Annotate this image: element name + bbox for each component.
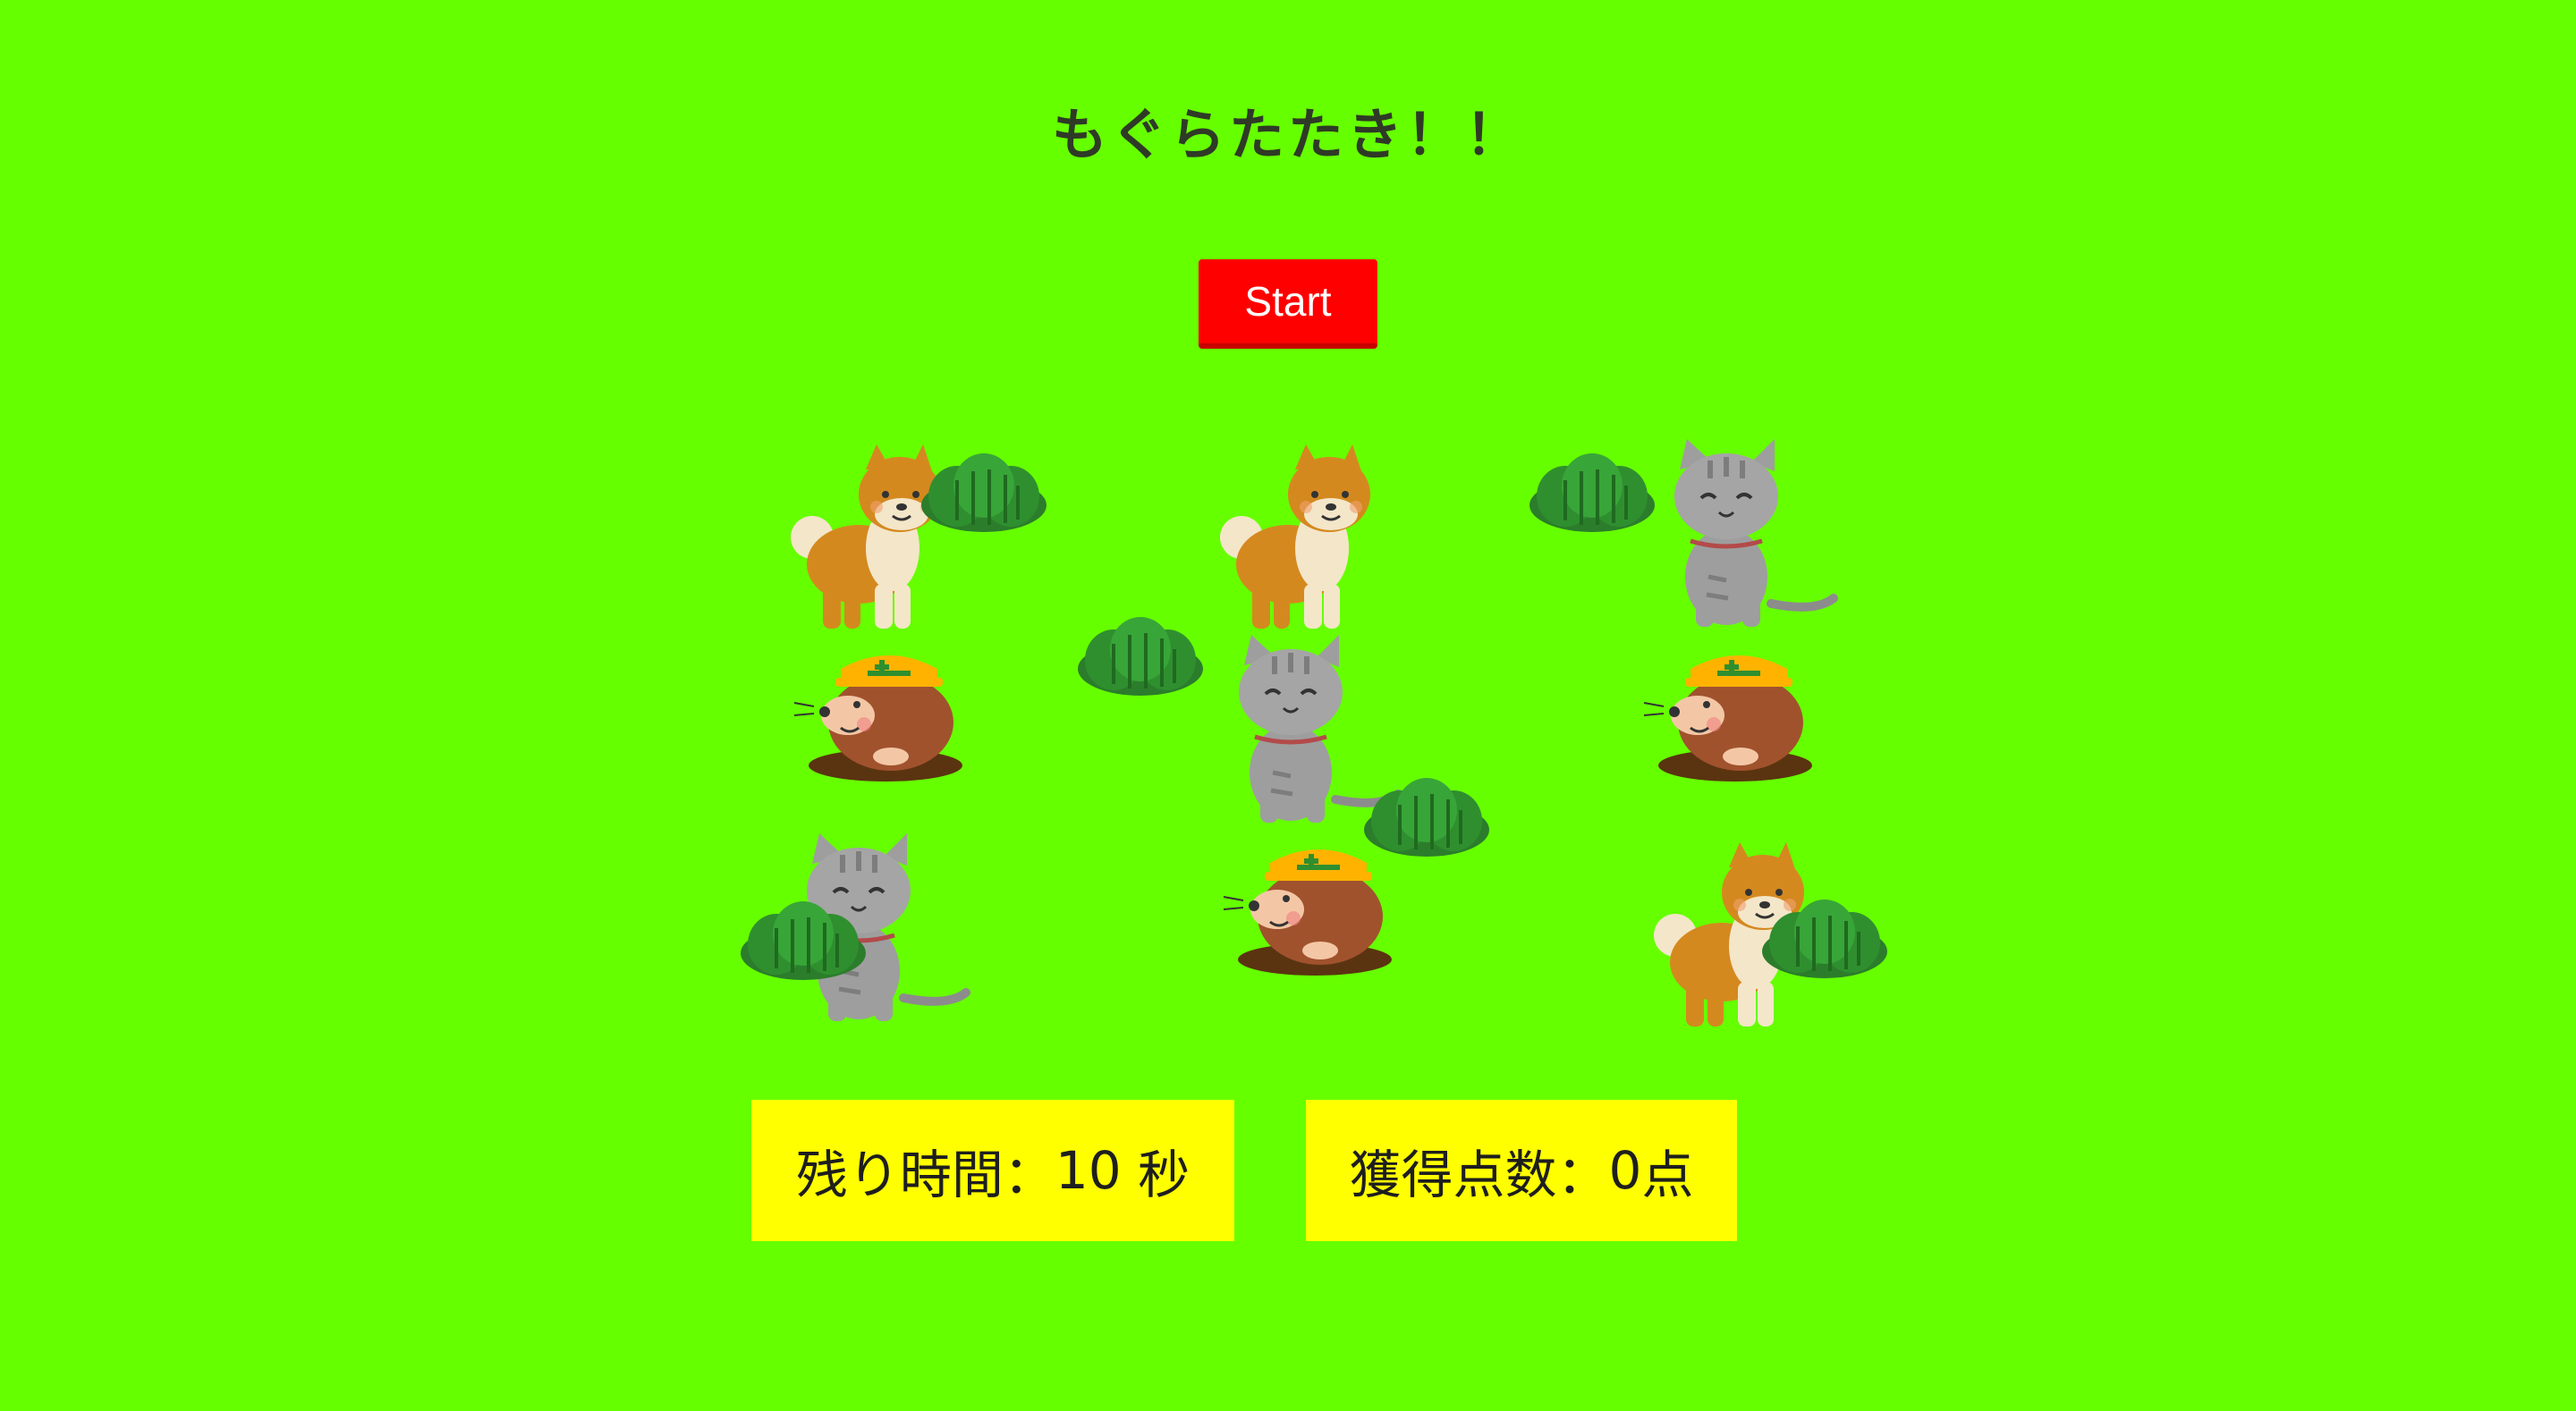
bush-icon — [919, 452, 1048, 534]
dog-icon[interactable] — [1216, 443, 1395, 630]
time-remaining-value: 10 — [1055, 1140, 1122, 1201]
hole-1-1[interactable] — [787, 443, 1048, 639]
score-unit: 点 — [1641, 1145, 1694, 1205]
hole-3-2[interactable] — [1225, 845, 1440, 1042]
start-button[interactable]: Start — [1199, 259, 1377, 349]
hole-1-2[interactable] — [1216, 443, 1431, 639]
hole-2-2[interactable] — [1076, 615, 1491, 858]
mole-icon[interactable] — [1234, 845, 1395, 970]
score-value: 0 — [1608, 1140, 1642, 1201]
time-remaining-panel: 残り時間： 10 秒 — [751, 1100, 1234, 1241]
hole-2-1[interactable] — [796, 646, 1011, 842]
mole-icon[interactable] — [1655, 651, 1816, 776]
hole-1-3[interactable] — [1528, 443, 1744, 639]
score-label: 獲得点数： — [1349, 1145, 1609, 1205]
mole-icon[interactable] — [805, 651, 966, 776]
hole-3-1[interactable] — [739, 839, 955, 1035]
cat-icon[interactable] — [1655, 452, 1834, 630]
time-remaining-label: 残り時間： — [795, 1145, 1055, 1205]
time-remaining-unit: 秒 — [1121, 1145, 1191, 1205]
hole-2-3[interactable] — [1646, 646, 1860, 842]
bush-icon — [1760, 898, 1889, 980]
page-title: もぐらたたき！！ — [1051, 102, 1524, 167]
bush-icon — [739, 900, 868, 982]
bush-icon — [1528, 452, 1657, 534]
score-panel: 獲得点数： 0 点 — [1306, 1100, 1737, 1241]
hole-3-3[interactable] — [1650, 841, 1889, 1037]
bush-icon — [1076, 615, 1205, 697]
